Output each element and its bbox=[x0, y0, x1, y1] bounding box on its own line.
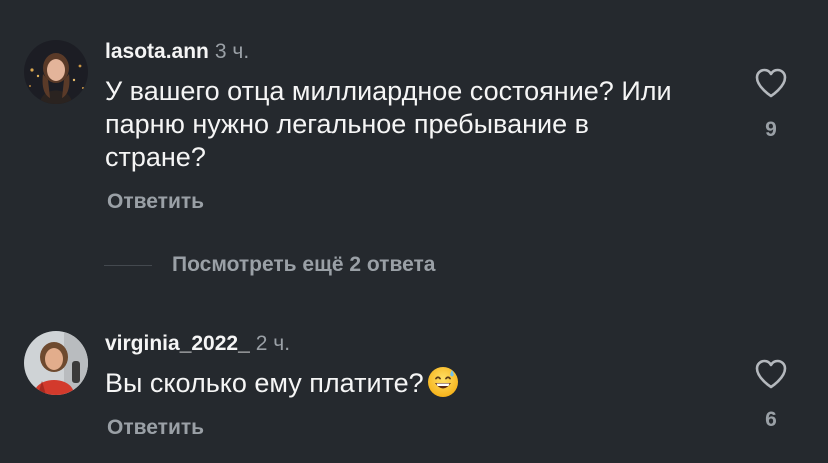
reply-button[interactable]: Ответить bbox=[107, 190, 204, 214]
comment-text-line: У вашего отца миллиардное состояние? Или bbox=[105, 76, 672, 106]
comment-text-line: парню нужно легальное пребывание в bbox=[105, 109, 589, 139]
heart-outline-icon[interactable] bbox=[753, 65, 789, 101]
comment-text: У вашего отца миллиардное состояние? Или… bbox=[105, 75, 672, 174]
like-count: 6 bbox=[765, 408, 777, 431]
username[interactable]: virginia_2022_ bbox=[105, 332, 250, 355]
grinning-face-with-sweat-emoji bbox=[427, 366, 459, 406]
reply-button[interactable]: Ответить bbox=[107, 416, 204, 440]
comment-text-line: Вы сколько ему платите? bbox=[105, 368, 424, 398]
comment-time: 3 ч. bbox=[214, 40, 250, 63]
avatar[interactable] bbox=[24, 40, 88, 104]
view-more-replies-label: Посмотреть ещё 2 ответа bbox=[172, 253, 436, 276]
view-more-replies[interactable]: Посмотреть ещё 2 ответа bbox=[104, 250, 435, 280]
divider bbox=[104, 264, 152, 266]
username[interactable]: lasota.ann bbox=[105, 40, 209, 63]
like-count: 9 bbox=[765, 118, 777, 141]
comment-text-line: стране? bbox=[105, 142, 206, 172]
comment-text: Вы сколько ему платите? bbox=[105, 366, 459, 406]
avatar[interactable] bbox=[24, 331, 88, 395]
heart-outline-icon[interactable] bbox=[753, 356, 789, 392]
comment-time: 2 ч. bbox=[255, 332, 291, 355]
